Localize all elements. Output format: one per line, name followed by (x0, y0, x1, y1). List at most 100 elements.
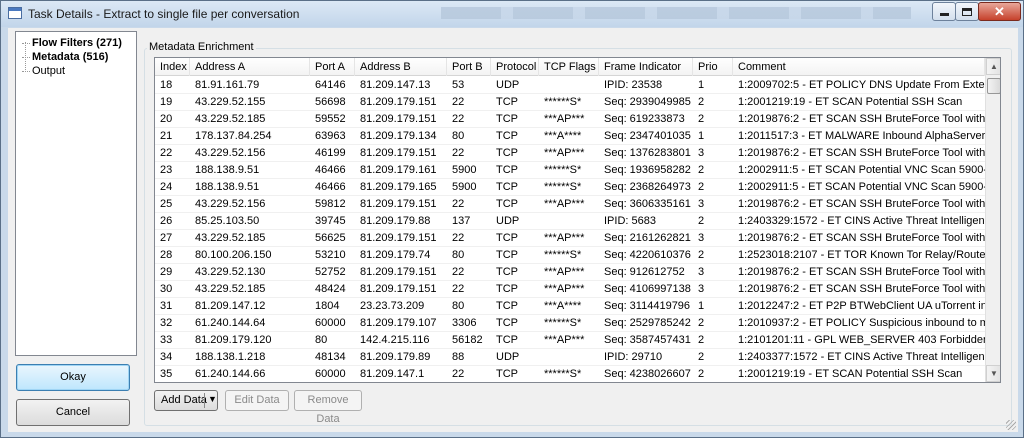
cell-port-a: 48424 (315, 283, 346, 295)
column-header-tcp-flags[interactable]: TCP Flags (539, 58, 599, 76)
table-row[interactable]: 29 43.229.52.130 52752 81.209.179.151 22 TCP *… (155, 264, 985, 281)
cell-prio: 2 (698, 113, 705, 125)
table-row[interactable]: 30 43.229.52.185 48424 81.209.179.151 22 TCP *… (155, 281, 985, 298)
table-row[interactable]: 34 188.138.1.218 48134 81.209.179.89 88 UDP IP… (155, 349, 985, 366)
cell-tcp-flags: ******S* (544, 96, 582, 108)
cell-comment: 1:2403329:1572 - ET CINS Active Threat I… (738, 215, 985, 227)
table-row[interactable]: 22 43.229.52.156 46199 81.209.179.151 22 TCP *… (155, 145, 985, 162)
edit-data-button[interactable]: Edit Data (225, 390, 289, 411)
cell-port-a: 46199 (315, 147, 346, 159)
cell-address-a: 188.138.9.51 (195, 164, 260, 176)
cell-prio: 2 (698, 215, 705, 227)
column-header-prio[interactable]: Prio (693, 58, 733, 76)
column-header-frame-indicator[interactable]: Frame Indicator (599, 58, 693, 76)
cell-frame-indicator: Seq: 1936958282 (604, 164, 691, 176)
cell-tcp-flags (539, 213, 599, 230)
table-row[interactable]: 33 81.209.179.120 80 142.4.215.116 56182 TCP *… (155, 332, 985, 349)
cell-protocol: TCP (496, 96, 518, 108)
cell-comment: 1:2019876:2 - ET SCAN SSH BruteForce Too… (738, 266, 985, 278)
cell-address-b: 81.209.179.151 (360, 147, 437, 159)
table-row[interactable]: 21 178.137.84.254 63963 81.209.179.134 80 TCP… (155, 128, 985, 145)
cell-tcp-flags: ***A**** (544, 300, 582, 312)
close-button[interactable]: ✕ (978, 2, 1021, 21)
column-header-address-b[interactable]: Address B (355, 58, 447, 76)
maximize-button[interactable] (955, 2, 979, 21)
cancel-button[interactable]: Cancel (16, 399, 130, 426)
cell-frame-indicator: Seq: 4238026607 (604, 368, 691, 380)
dialog-client-area: Flow Filters (271) Metadata (516) Output… (8, 28, 1018, 432)
column-header-comment[interactable]: Comment (733, 58, 985, 76)
cell-address-b: 81.209.179.165 (360, 181, 437, 193)
cell-port-a: 48134 (315, 351, 346, 363)
table-row[interactable]: 27 43.229.52.185 56625 81.209.179.151 22 TCP *… (155, 230, 985, 247)
cell-address-b: 81.209.179.89 (360, 351, 431, 363)
cell-port-a: 53210 (315, 249, 346, 261)
tree-item-metadata[interactable]: Metadata (516) (22, 51, 108, 65)
tree-item-output[interactable]: Output (22, 65, 65, 79)
table-row[interactable]: 23 188.138.9.51 46466 81.209.179.161 5900 TCP… (155, 162, 985, 179)
cell-prio: 2 (698, 334, 705, 346)
title-bar[interactable]: Task Details - Extract to single file pe… (1, 1, 1023, 27)
cell-frame-indicator: IPID: 5683 (604, 215, 656, 227)
cell-address-b: 81.209.179.151 (360, 232, 437, 244)
table-row[interactable]: 35 61.240.144.66 60000 81.209.147.1 22 TCP ***… (155, 366, 985, 382)
cell-address-b: 81.209.179.151 (360, 283, 437, 295)
table-row[interactable]: 26 85.25.103.50 39745 81.209.179.88 137 UDP IP… (155, 213, 985, 230)
cell-protocol: TCP (496, 300, 518, 312)
cell-tcp-flags: ***AP*** (544, 266, 585, 278)
add-data-button[interactable]: Add Data ▼ (154, 390, 218, 411)
scroll-thumb[interactable] (987, 78, 1000, 94)
table-row[interactable]: 28 80.100.206.150 53210 81.209.179.74 80 TCP *… (155, 247, 985, 264)
cell-protocol: TCP (496, 198, 518, 210)
cell-frame-indicator: Seq: 3114419796 (604, 300, 691, 312)
table-row[interactable]: 31 81.209.147.12 1804 23.23.73.209 80 TCP ***A… (155, 298, 985, 315)
cell-port-a: 46466 (315, 181, 346, 193)
cell-prio: 1 (698, 300, 705, 312)
cell-protocol: TCP (496, 266, 518, 278)
cell-frame-indicator: Seq: 2161262821 (604, 232, 691, 244)
cell-tcp-flags: ***AP*** (544, 147, 585, 159)
resize-grip[interactable] (1006, 420, 1016, 430)
table-row[interactable]: 32 61.240.144.64 60000 81.209.179.107 3306 TC… (155, 315, 985, 332)
table-row[interactable]: 24 188.138.9.51 46466 81.209.179.165 5900 TCP… (155, 179, 985, 196)
cell-index: 34 (160, 351, 173, 363)
cell-frame-indicator: Seq: 4106997138 (604, 283, 691, 295)
cell-port-b: 3306 (452, 317, 477, 329)
cell-frame-indicator: Seq: 2368264973 (604, 181, 691, 193)
table-row[interactable]: 19 43.229.52.155 56698 81.209.179.151 22 TCP *… (155, 94, 985, 111)
remove-data-button[interactable]: Remove Data (294, 390, 362, 425)
table-row[interactable]: 25 43.229.52.156 59812 81.209.179.151 22 TCP *… (155, 196, 985, 213)
cell-tcp-flags: ***A**** (544, 130, 582, 142)
cell-port-a: 63963 (315, 130, 346, 142)
cell-prio: 2 (698, 96, 705, 108)
cell-comment: 1:2523018:2107 - ET TOR Known Tor Relay/… (738, 249, 985, 261)
column-header-index[interactable]: Index (155, 58, 190, 76)
cell-address-a: 43.229.52.156 (195, 198, 266, 210)
cell-prio: 3 (698, 147, 705, 159)
column-header-port-a[interactable]: Port A (310, 58, 355, 76)
cell-address-b: 81.209.147.13 (360, 79, 431, 91)
cell-comment: 1:2002911:5 - ET SCAN Potential VNC Scan… (738, 164, 985, 176)
cell-tcp-flags: ***AP*** (544, 283, 585, 295)
cell-port-b: 56182 (452, 334, 483, 346)
chevron-down-icon[interactable]: ▼ (208, 394, 217, 404)
cell-port-a: 52752 (315, 266, 346, 278)
column-header-port-b[interactable]: Port B (447, 58, 491, 76)
cell-port-b: 137 (452, 215, 471, 227)
task-details-window: Task Details - Extract to single file pe… (0, 0, 1024, 438)
cell-prio: 3 (698, 198, 705, 210)
okay-button[interactable]: Okay (16, 364, 130, 391)
tree-item-flow-filters[interactable]: Flow Filters (271) (22, 37, 122, 51)
table-row[interactable]: 20 43.229.52.185 59552 81.209.179.151 22 TCP *… (155, 111, 985, 128)
cell-protocol: TCP (496, 232, 518, 244)
cell-comment: 1:2019876:2 - ET SCAN SSH BruteForce Too… (738, 232, 985, 244)
scroll-up-button[interactable]: ▲ (986, 58, 1000, 75)
background-window-blur (441, 7, 911, 19)
cell-prio: 3 (698, 232, 705, 244)
table-row[interactable]: 18 81.91.161.79 64146 81.209.147.13 53 UDP IPI… (155, 77, 985, 94)
column-header-protocol[interactable]: Protocol (491, 58, 539, 76)
vertical-scrollbar[interactable]: ▲ ▼ (985, 58, 1000, 382)
scroll-down-button[interactable]: ▼ (986, 365, 1000, 382)
column-header-address-a[interactable]: Address A (190, 58, 310, 76)
minimize-button[interactable] (932, 2, 956, 21)
